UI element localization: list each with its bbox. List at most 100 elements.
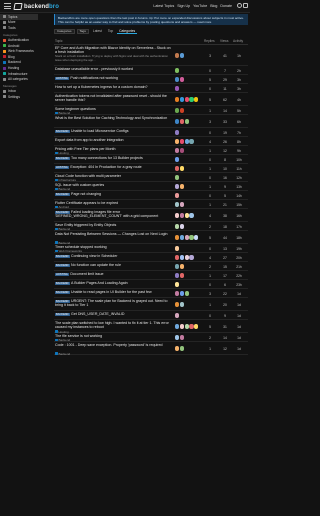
topic-activity-count[interactable]: 1d [232,336,246,340]
topic-row[interactable]: Save Entity triggered by Entity Objects B… [54,222,248,231]
topic-activity-count[interactable]: 20h [232,256,246,260]
topic-activity-count[interactable]: 19h [232,247,246,251]
avatar[interactable] [175,148,180,153]
avatar[interactable] [179,77,184,82]
topic-row[interactable]: SQL issue with custom queries Backend 1 9 13… [54,182,248,191]
topic-title-link[interactable]: Some beginner questions [55,107,173,111]
topic-activity-count[interactable]: 1d [232,325,246,329]
topic-title-link[interactable]: BACKEND A Builder Pages And Loading Again [55,281,173,286]
topic-row[interactable]: Code : 1001 - Deep save exception. Prope… [54,342,248,356]
topic-activity-count[interactable]: 23h [232,283,246,287]
topic-row[interactable]: Database unavailable error - previously … [54,66,248,75]
avatar[interactable] [175,139,180,144]
topic-title-link[interactable]: Code : 1001 - Deep save exception. Prope… [55,343,173,347]
avatar[interactable] [179,213,184,218]
topic-activity-count[interactable]: 1d [232,292,246,296]
avatar[interactable] [184,235,189,240]
avatar[interactable] [175,157,180,162]
topic-row[interactable]: BACKEND Get DNS_USER_DATE_INVALID 0 9 1d [54,311,248,320]
avatar[interactable] [194,235,199,240]
topic-title-link[interactable]: Flutter Certificate appears to be expire… [55,201,173,205]
topic-activity-count[interactable]: 4h [232,98,246,102]
topic-category-tag[interactable]: Backend [55,352,70,356]
topic-title-link[interactable]: The scale plan switched to low high. I w… [55,321,173,330]
avatar[interactable] [175,246,180,251]
avatar[interactable] [175,166,180,171]
avatar[interactable] [179,139,184,144]
topic-row[interactable]: Pricing with Free Tier plans per Month Ho… [54,146,248,155]
avatar[interactable] [175,108,180,113]
avatar[interactable] [189,97,194,102]
avatar[interactable] [175,324,180,329]
avatar[interactable] [179,224,184,229]
avatar[interactable] [175,313,180,318]
tab-top[interactable]: Top [106,29,115,34]
avatar[interactable] [175,130,180,135]
topic-title-link[interactable]: Export data from app to another integrat… [55,138,173,142]
topic-row[interactable]: BACKEND Unable to read pages in UI Builde… [54,289,248,298]
avatar[interactable] [189,324,194,329]
column-views[interactable]: Views [220,39,228,43]
topic-title-link[interactable]: BACKEND Too many connections for 13 Build… [55,156,173,161]
avatar[interactable] [175,119,180,124]
avatar[interactable] [175,235,180,240]
avatar[interactable] [175,302,180,307]
topic-title-link[interactable]: Authentication tokens not invalidated af… [55,94,173,103]
topic-title-link[interactable]: BACKEND Page not changing [55,192,173,197]
avatar[interactable] [175,264,180,269]
nav-link[interactable]: Donate [220,4,232,8]
topic-activity-count[interactable]: 1d [232,303,246,307]
avatar[interactable] [175,53,180,58]
avatar[interactable] [175,202,180,207]
avatar[interactable] [179,324,184,329]
topic-title-link[interactable]: EF Core and Auth Migration with Blazor I… [55,46,173,55]
topic-activity-count[interactable]: 16h [232,214,246,218]
nav-link[interactable]: Blog [210,4,217,8]
categories-dropdown[interactable]: Categories [54,28,75,34]
topic-row[interactable]: Timer schedule stopped working Web Framew… [54,244,248,253]
topic-row[interactable]: BACKEND URGENT: The scale plan for Backen… [54,298,248,311]
topic-activity-count[interactable]: 11h [232,167,246,171]
topic-title-link[interactable]: BACKEND Unable to read pages in UI Builde… [55,290,173,295]
avatar[interactable] [179,291,184,296]
topic-row[interactable]: HOSTING Exception: 404 In Production for … [54,164,248,173]
avatar[interactable] [189,255,194,260]
avatar[interactable] [189,213,194,218]
topic-row[interactable]: BACKEND Page not changing 0 5 14h [54,191,248,200]
avatar[interactable] [175,282,180,287]
avatar[interactable] [179,302,184,307]
topic-title-link[interactable]: HOSTING Push notifications not working [55,76,173,81]
avatar[interactable] [184,324,189,329]
topic-activity-count[interactable]: 15h [232,203,246,207]
avatar[interactable] [194,97,199,102]
avatar[interactable] [175,273,180,278]
topic-title-link[interactable]: HOSTING Document limit issue [55,272,173,277]
topic-title-link[interactable]: What is the Best Solution for Caching Te… [55,116,173,120]
topic-title-link[interactable]: Save Entity triggered by Entity Objects [55,223,173,227]
column-activity[interactable]: Activity [233,39,243,43]
search-icon[interactable] [237,3,242,8]
topic-row[interactable]: EF Core and Auth Migration with Blazor I… [54,45,248,66]
topic-activity-count[interactable]: 3h [232,87,246,91]
tags-dropdown[interactable]: Tags [76,28,89,34]
avatar[interactable] [175,291,180,296]
avatar[interactable] [175,224,180,229]
avatar[interactable] [179,202,184,207]
topic-activity-count[interactable]: 10h [232,158,246,162]
sidebar-item-all-categories[interactable]: All categories [0,76,38,82]
column-replies[interactable]: Replies [204,39,215,43]
tab-categories[interactable]: Categories [117,29,138,34]
topic-title-link[interactable]: The file service is not working [55,334,173,338]
topic-activity-count[interactable]: 8h [232,140,246,144]
avatar[interactable] [175,335,180,340]
avatar[interactable] [175,77,180,82]
avatar[interactable] [179,53,184,58]
avatar[interactable] [175,346,180,351]
topic-title-link[interactable]: BACKEND Failed loading images file error … [55,210,173,219]
nav-link[interactable]: Sign Up [177,4,190,8]
topic-row[interactable]: BACKEND Unable to load Microservice Confi… [54,128,248,137]
topic-row[interactable]: BACKEND Continuing view in Scheduler 4 27 20… [54,253,248,262]
topic-title-link[interactable]: BACKEND URGENT: The scale plan for Backen… [55,299,173,308]
user-menu-icon[interactable] [243,3,248,8]
avatar[interactable] [179,148,184,153]
